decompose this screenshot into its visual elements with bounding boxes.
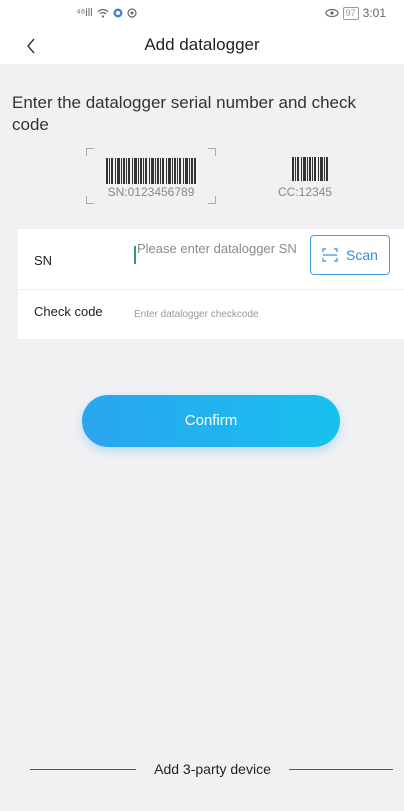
sync-icon (126, 8, 137, 18)
instruction-text: Enter the datalogger serial number and c… (12, 93, 356, 134)
frame-corner (208, 148, 216, 156)
header-bar: Add datalogger (0, 28, 404, 64)
confirm-button[interactable]: Confirm (82, 395, 340, 447)
signal-indicator: ⁴⁶ill (76, 7, 93, 19)
check-code-row: Check code (18, 289, 404, 339)
cc-barcode-icon (292, 157, 328, 181)
eye-protect-icon (325, 8, 339, 18)
status-left: ⁴⁶ill (76, 7, 137, 19)
battery-indicator: 97 (342, 6, 359, 20)
footer-divider-left (30, 769, 136, 770)
check-code-input[interactable] (134, 305, 384, 323)
datalogger-form: SN Scan Check code (18, 229, 404, 339)
sn-input[interactable] (137, 241, 303, 279)
app-screen: ⁴⁶ill 97 3:01 Add datalogger Enter the d… (0, 0, 404, 811)
sn-label: SN (34, 253, 53, 268)
check-code-label: Check code (34, 304, 103, 319)
status-bar: ⁴⁶ill 97 3:01 (0, 0, 404, 28)
frame-corner (86, 148, 94, 156)
add-3-party-device-link[interactable]: Add 3-party device (136, 761, 289, 777)
serial-illustration: SN:0123456789 CC:12345 (80, 145, 360, 207)
footer-divider-right (289, 769, 393, 770)
sn-row: SN Scan (18, 229, 404, 289)
sn-barcode-icon (106, 158, 196, 184)
cc-example-text: CC:12345 (278, 185, 333, 199)
status-right: 97 3:01 (325, 6, 386, 20)
sn-example-frame: SN:0123456789 (86, 148, 216, 204)
vpn-icon (113, 8, 123, 18)
text-cursor (134, 246, 136, 264)
scan-button[interactable]: Scan (310, 235, 390, 275)
sn-input-wrap (134, 241, 304, 279)
page-title: Add datalogger (144, 35, 260, 54)
sn-example-text: SN:0123456789 (107, 185, 195, 199)
scan-label: Scan (346, 247, 378, 263)
footer: Add 3-party device (0, 758, 404, 782)
scan-icon (322, 248, 338, 262)
status-time: 3:01 (362, 6, 386, 20)
wifi-icon (97, 8, 109, 18)
